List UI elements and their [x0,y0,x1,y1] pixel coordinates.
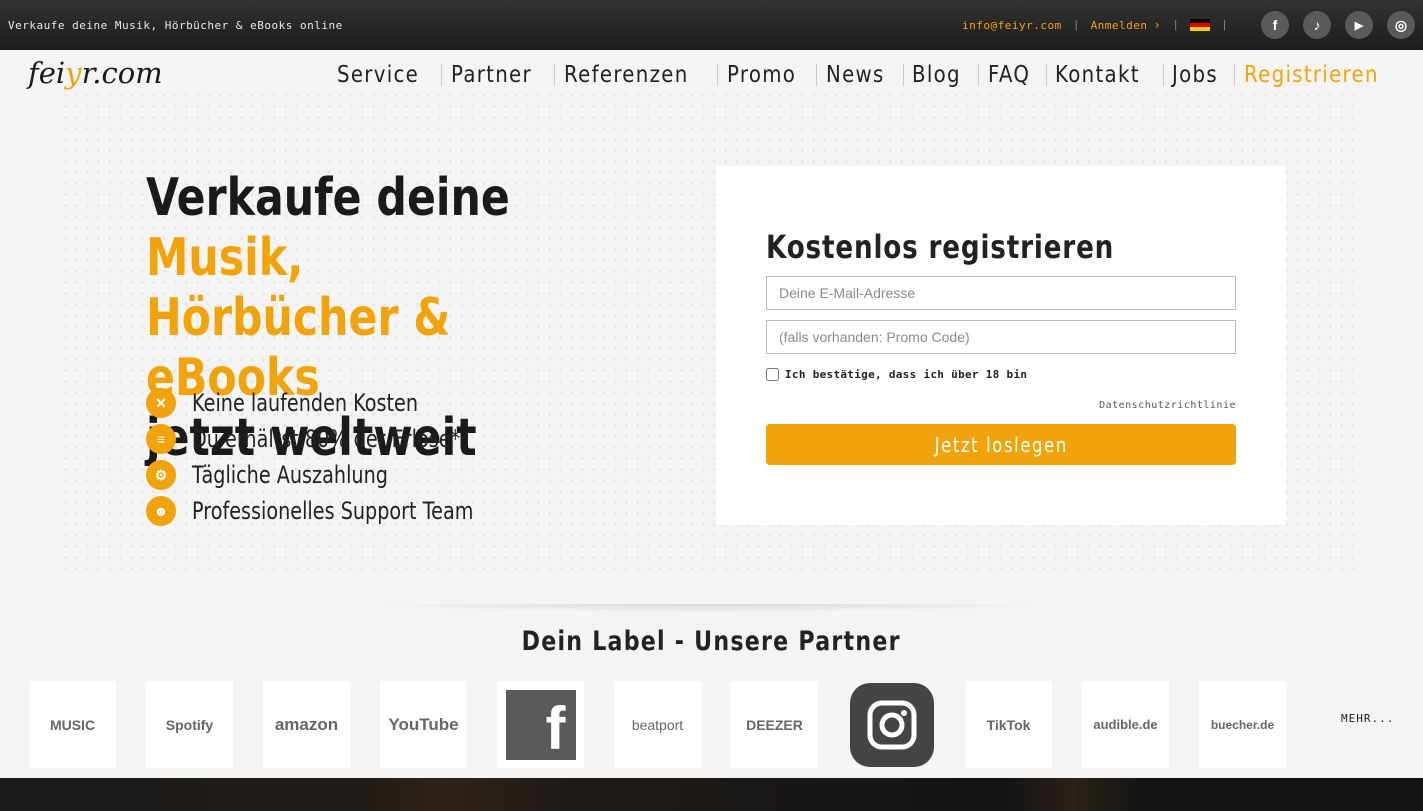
nav-divider [902,64,904,86]
top-tagline: Verkaufe deine Musik, Hörbücher & eBooks… [8,18,343,32]
feiyr-logo[interactable]: feiyr.com [28,56,163,90]
feature-item: ☻ Professionelles Support Team [146,493,544,529]
facebook-logo[interactable]: f [497,681,584,768]
team-icon: ☻ [146,496,176,526]
nav-registrieren[interactable]: Registrieren [1244,62,1379,88]
section-divider [360,604,1060,612]
partners-title-text: Dein Label - Unsere Partner [521,626,902,657]
divider: | [1174,19,1178,31]
submit-label: Jetzt loslegen [934,432,1068,457]
amazon-logo[interactable]: amazon [263,681,350,768]
gears-icon: ⚙ [146,460,176,490]
buecher-logo[interactable]: buecher.de [1199,681,1286,768]
social-links: f ♪ ▶ ◎ [1261,11,1415,39]
nav-promo[interactable]: Promo [727,62,796,88]
top-bar-right: info@feiyr.com | Anmelden › | | f ♪ ▶ ◎ [962,11,1415,39]
nav-partner[interactable]: Partner [451,62,532,88]
nav-faq[interactable]: FAQ [988,62,1030,88]
facebook-icon[interactable]: f [1261,11,1289,39]
nav-referenzen[interactable]: Referenzen [564,62,689,88]
nav-service[interactable]: Service [337,62,419,88]
german-flag-icon[interactable] [1190,18,1211,32]
email-field[interactable] [766,276,1236,310]
coins-icon: ≡ [146,424,176,454]
age-confirm-checkbox[interactable] [766,368,779,381]
nav-divider [441,64,443,86]
spotify-logo[interactable]: Spotify [146,681,233,768]
more-partners-link[interactable]: MEHR... [1341,712,1394,725]
tiktok-logo[interactable]: TikTok [965,681,1052,768]
nav-kontakt[interactable]: Kontakt [1055,62,1140,88]
partner-label: TikTok [986,716,1031,733]
partner-label: MUSIC [49,716,96,733]
partner-label: beatport [631,716,684,733]
feature-item: ≡ Du erhältst 80% der Erlöse* [146,421,544,457]
feature-text: Professionelles Support Team [192,497,474,525]
instagram-icon[interactable]: ◎ [1387,11,1415,39]
login-link[interactable]: Anmelden › [1091,18,1162,32]
registration-card: Kostenlos registrieren Ich bestätige, da… [716,166,1286,525]
beatport-logo[interactable]: beatport [614,681,701,768]
apple-music-logo[interactable]: MUSIC [29,681,116,768]
instagram-icon [849,682,934,767]
logo-part-o: y [65,56,82,90]
partner-label: amazon [274,714,339,734]
partner-label: audible.de [1093,717,1158,732]
nav-divider [977,64,979,86]
tiktok-icon[interactable]: ♪ [1303,11,1331,39]
nav-divider [1234,64,1236,86]
nav-divider [1045,64,1047,86]
nav-divider [1162,64,1164,86]
youtube-logo[interactable]: YouTube [380,681,467,768]
chevron-right-icon: › [1153,18,1162,32]
nav-jobs[interactable]: Jobs [1172,62,1218,88]
feature-list: ✕ Keine laufenden Kosten ≡ Du erhältst 8… [146,385,544,529]
login-label: Anmelden [1090,19,1148,32]
promo-code-field[interactable] [766,320,1236,354]
deezer-logo[interactable]: DEEZER [731,681,818,768]
nav-divider [717,64,719,86]
partner-logos: MUSIC Spotify amazon YouTube f beatport … [29,681,1286,768]
partner-label: DEEZER [746,716,803,733]
feature-item: ⚙ Tägliche Auszahlung [146,457,544,493]
nav-blog[interactable]: Blog [912,62,961,88]
instagram-logo[interactable] [848,681,935,768]
email-link[interactable]: info@feiyr.com [962,19,1062,32]
youtube-icon[interactable]: ▶ [1345,11,1373,39]
feature-text: Du erhältst 80% der Erlöse* [192,425,461,453]
partner-label: buecher.de [1210,717,1275,732]
feature-text: Keine laufenden Kosten [192,389,419,417]
nav-news[interactable]: News [826,62,885,88]
divider: | [1223,19,1226,31]
divider: | [1074,19,1078,31]
form-title: Kostenlos registrieren [766,228,1115,266]
partner-label: Spotify [165,716,214,733]
hero-line1-dark: Verkaufe deine [146,168,510,228]
age-confirm-row: Ich bestätige, dass ich über 18 bin [766,368,1027,381]
feature-item: ✕ Keine laufenden Kosten [146,385,544,421]
logo-part-a: fei [28,56,66,90]
main-nav: Service Partner Referenzen Promo News Bl… [337,62,1401,88]
nav-divider [553,64,555,86]
hero-line1-orange: Musik, [146,228,304,288]
hero-image-band [0,778,1423,811]
privacy-link[interactable]: Datenschutzrichtlinie [1099,400,1236,411]
partners-title: Dein Label - Unsere Partner [0,626,1423,657]
submit-button[interactable]: Jetzt loslegen [766,424,1236,465]
nav-divider [816,64,818,86]
partner-label: YouTube [388,714,459,734]
feature-text: Tägliche Auszahlung [192,461,388,489]
audible-logo[interactable]: audible.de [1082,681,1169,768]
background-photo [24,778,1423,811]
age-confirm-label[interactable]: Ich bestätige, dass ich über 18 bin [785,368,1027,381]
facebook-icon: f [505,689,576,760]
logo-part-b: r.com [81,56,163,90]
top-bar: Verkaufe deine Musik, Hörbücher & eBooks… [0,0,1423,50]
cross-circle-icon: ✕ [146,388,176,418]
